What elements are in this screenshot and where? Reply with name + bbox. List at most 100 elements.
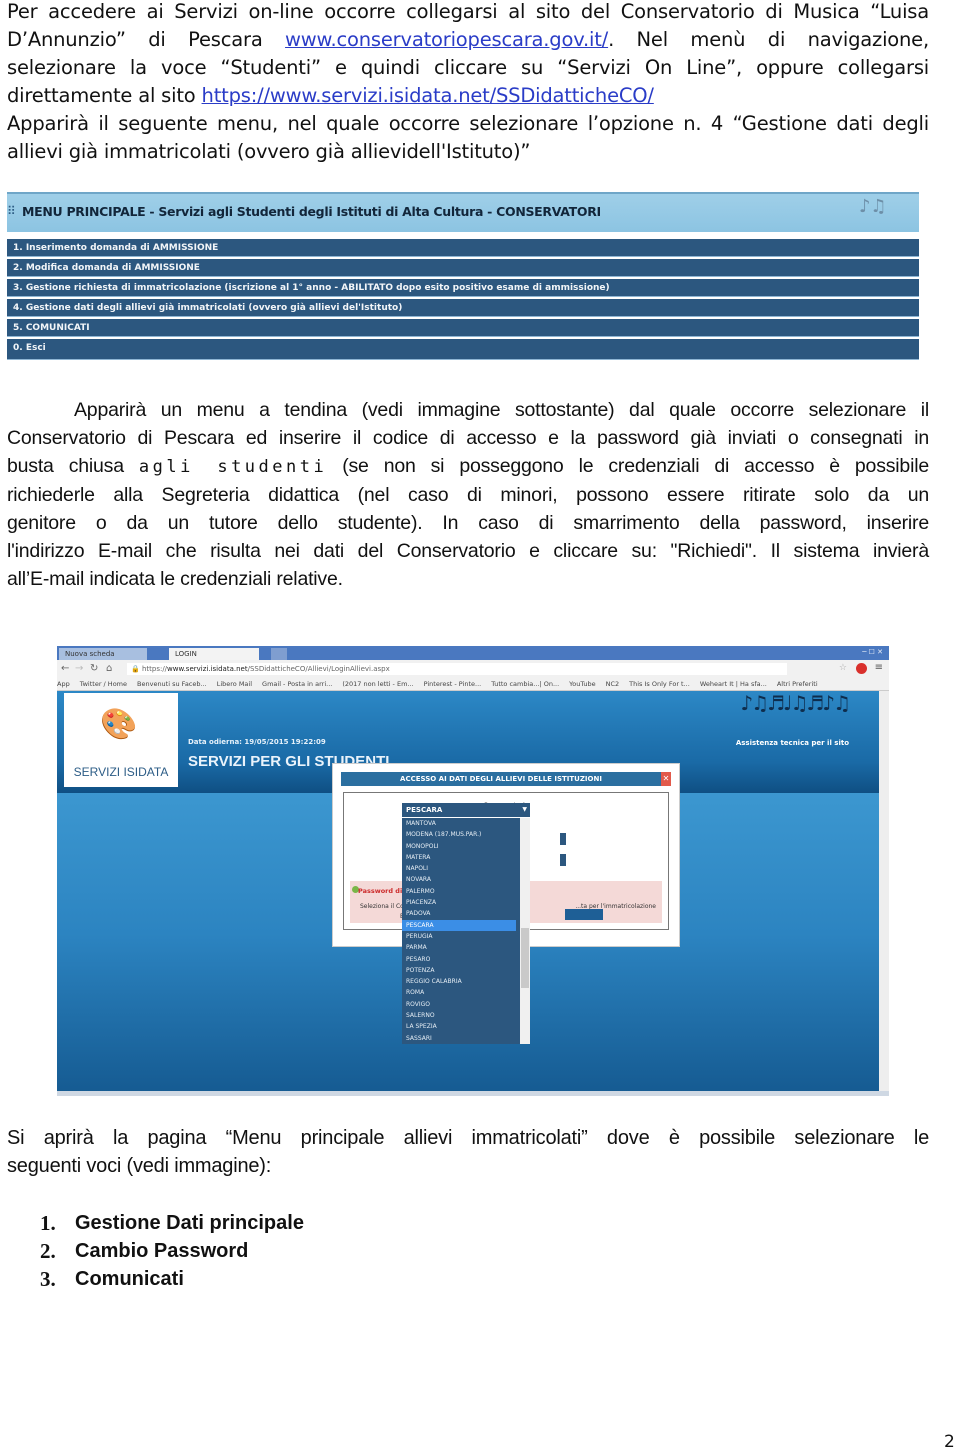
scrollbar-thumb[interactable] <box>521 928 529 988</box>
dropdown-option[interactable]: PESARO <box>402 954 516 965</box>
intro-line: D’Annunzio” di Pescara www.conservatorio… <box>7 26 929 54</box>
dropdown-option[interactable]: PALERMO <box>402 886 516 897</box>
isidata-link[interactable]: https://www.servizi.isidata.net/SSDidatt… <box>202 84 654 107</box>
dropdown-option[interactable]: SALERNO <box>402 1010 516 1021</box>
intro-text: direttamente al sito <box>7 84 202 107</box>
bookmark-item[interactable]: This Is Only For t... <box>629 680 690 688</box>
dropdown-option[interactable]: LA SPEZIA <box>402 1021 516 1032</box>
para-text: busta chiusa <box>7 455 139 477</box>
para-line: Si aprirà la pagina “Menu principale all… <box>7 1127 929 1149</box>
url-prefix: https:// <box>141 665 168 673</box>
login-screenshot: Nuova scheda LOGIN ─ ☐ ✕ ← → ↻ ⌂ 🔒 https… <box>57 646 889 1096</box>
dropdown-option[interactable]: MONOPOLI <box>402 841 516 852</box>
back-icon[interactable]: ← <box>61 663 69 674</box>
conservatorio-select[interactable]: PESCARA ▼ <box>402 803 530 817</box>
bookmarks-bar: App Twitter / Home Benvenuti su Faceb... Li… <box>57 678 889 691</box>
dropdown-option[interactable]: MODENA (187.MUS.PAR.) <box>402 829 516 840</box>
dropdown-option[interactable]: PADOVA <box>402 908 516 919</box>
bookmark-item[interactable]: Twitter / Home <box>80 680 127 688</box>
bookmark-item[interactable]: Pinterest - Pinte... <box>424 680 482 688</box>
dropdown-option[interactable]: PARMA <box>402 942 516 953</box>
bookmark-item[interactable]: Weheart It | Ha sfa... <box>700 680 767 688</box>
close-icon[interactable]: ✕ <box>661 772 671 786</box>
input-field[interactable] <box>560 854 566 866</box>
para-line: all’E-mail indicata le credenziali relat… <box>7 568 343 590</box>
bookmark-item[interactable]: Gmail - Posta in arri... <box>262 680 332 688</box>
tab-new[interactable]: Nuova scheda <box>59 648 147 660</box>
menu-item-enrollment[interactable]: 3. Gestione richiesta di immatricolazion… <box>7 279 919 297</box>
dropdown-option[interactable]: PIACENZA <box>402 897 516 908</box>
window-controls[interactable]: ─ ☐ ✕ <box>862 648 883 656</box>
bookmark-item[interactable]: Libero Mail <box>217 680 252 688</box>
chevron-down-icon: ▼ <box>522 806 527 813</box>
star-icon[interactable]: ☆ <box>839 663 847 673</box>
browser-toolbar: ← → ↻ ⌂ 🔒 https://www.servizi.isidata.ne… <box>57 660 889 678</box>
instructions-paragraph: Apparirà un menu a tendina (vedi immagin… <box>7 396 929 593</box>
dropdown-option[interactable]: REGGIO CALABRIA <box>402 976 516 987</box>
dropdown-option[interactable]: NAPOLI <box>402 863 516 874</box>
page-scrollbar[interactable] <box>879 691 889 1096</box>
dropdown-option[interactable]: ROVIGO <box>402 999 516 1010</box>
scrollbar[interactable] <box>520 818 530 1044</box>
tech-support-link[interactable]: Assistenza tecnica per il sito <box>736 739 849 747</box>
browser-titlebar: Nuova scheda LOGIN ─ ☐ ✕ <box>57 646 889 660</box>
music-notes-icon: ♪♫♬♩♫♬♪♫ <box>740 691 851 715</box>
para-line: busta chiusa agli studenti (se non si po… <box>7 452 929 481</box>
list-label: Gestione Dati principale <box>75 1212 304 1234</box>
spaced-text: agli studenti <box>138 457 328 477</box>
opera-icon[interactable] <box>856 663 867 674</box>
para-line: Apparirà un menu a tendina (vedi immagin… <box>74 399 929 421</box>
menu-paragraph: Si aprirà la pagina “Menu principale all… <box>7 1124 929 1180</box>
list-label: Cambio Password <box>75 1240 249 1262</box>
para-line: genitore o da un tutore dello studente).… <box>7 512 929 534</box>
tab-login[interactable]: LOGIN <box>169 648 259 660</box>
dropdown-option[interactable]: PERUGIA <box>402 931 516 942</box>
conservatorio-link[interactable]: www.conservatoriopescara.gov.it/ <box>285 28 608 51</box>
grip-icon: ⠿ <box>7 204 16 218</box>
menu-item-admission-insert[interactable]: 1. Inserimento domanda di AMMISSIONE <box>7 239 919 257</box>
bookmark-item[interactable]: Benvenuti su Faceb... <box>137 680 207 688</box>
address-bar[interactable]: 🔒 https://www.servizi.isidata.net/SSDida… <box>127 663 787 675</box>
current-date: Data odierna: 19/05/2015 19:22:09 <box>188 738 326 746</box>
new-tab-button[interactable] <box>271 648 287 660</box>
dropdown-option[interactable]: MATERA <box>402 852 516 863</box>
menu-item-admission-edit[interactable]: 2. Modifica domanda di AMMISSIONE <box>7 259 919 277</box>
menu-item-announcements[interactable]: 5. COMUNICATI <box>7 319 919 337</box>
intro-line: direttamente al sito https://www.servizi… <box>7 82 929 110</box>
para-line: l'indirizzo E-mail che risulta nei dati … <box>7 540 929 562</box>
bookmark-item[interactable]: (2017 non letti - Em... <box>342 680 413 688</box>
reload-icon[interactable]: ↻ <box>90 663 98 674</box>
input-field[interactable] <box>560 833 566 845</box>
bookmark-item[interactable]: YouTube <box>569 680 595 688</box>
menu-icon[interactable]: ≡ <box>875 662 883 673</box>
menu-item-exit[interactable]: 0. Esci <box>7 339 919 360</box>
forward-icon[interactable]: → <box>75 663 83 674</box>
intro-line: allievi già immatricolati (ovvero già al… <box>7 140 531 163</box>
dropdown-option[interactable]: NOVARA <box>402 874 516 885</box>
isidata-logo: 🎨 SERVIZI ISIDATA <box>64 693 178 787</box>
selected-value: PESCARA <box>406 806 443 814</box>
intro-paragraph: Per accedere ai Servizi on-line occorre … <box>7 0 929 166</box>
main-menu-screenshot: ⠿ MENU PRINCIPALE - Servizi agli Student… <box>7 192 919 362</box>
dropdown-option[interactable]: SASSARI <box>402 1033 516 1044</box>
bookmark-item[interactable]: Tutto cambia...| On... <box>491 680 559 688</box>
dropdown-option[interactable]: PESCARA <box>402 919 516 931</box>
para-line: Conservatorio di Pescara ed inserire il … <box>7 427 929 449</box>
para-text: (se non si posseggono le credenziali di … <box>327 455 929 477</box>
menu-item-enrolled-students[interactable]: 4. Gestione dati degli allievi già immat… <box>7 299 919 317</box>
dropdown-option[interactable]: POTENZA <box>402 965 516 976</box>
bookmark-item[interactable]: App <box>57 680 70 688</box>
page-number: 2 <box>944 1432 955 1452</box>
request-button[interactable] <box>565 909 603 920</box>
home-icon[interactable]: ⌂ <box>106 663 112 674</box>
page-content: 🎨 SERVIZI ISIDATA Data odierna: 19/05/20… <box>57 691 879 1096</box>
music-notes-icon: ♪♫ <box>859 196 887 217</box>
intro-text: D’Annunzio” di Pescara <box>7 28 286 51</box>
bookmark-item[interactable]: NC2 <box>606 680 620 688</box>
dropdown-option[interactable]: ROMA <box>402 987 516 998</box>
taskbar <box>57 1091 889 1096</box>
intro-text: . Nel menù di navigazione, <box>608 28 929 51</box>
bookmark-item[interactable]: Altri Preferiti <box>777 680 818 688</box>
dropdown-option[interactable]: MANTOVA <box>402 818 516 829</box>
list-number: 2. <box>40 1239 56 1263</box>
